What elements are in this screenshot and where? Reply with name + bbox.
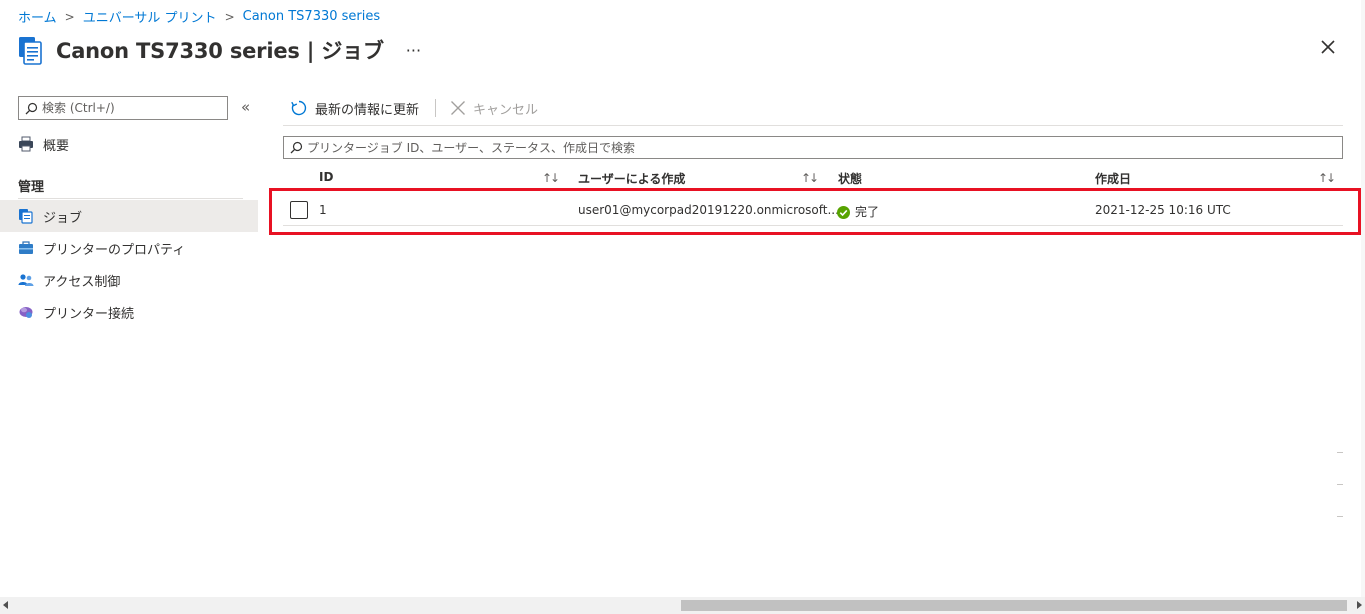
breadcrumb-universal-print[interactable]: ユニバーサル プリント: [83, 7, 217, 26]
sidebar-item-printer-properties[interactable]: プリンターのプロパティ: [0, 232, 258, 264]
cell-created-by: user01@mycorpad20191220.onmicrosoft....: [578, 203, 843, 217]
breadcrumb-home[interactable]: ホーム: [18, 7, 57, 26]
column-header-id[interactable]: ID: [319, 170, 333, 184]
sidebar-item-label: プリンター接続: [43, 306, 135, 322]
sidebar-item-label: 概要: [43, 138, 70, 154]
sidebar-item-printer-connection[interactable]: プリンター接続: [0, 296, 258, 328]
printer-properties-icon: [18, 240, 34, 256]
job-filter: [283, 136, 1343, 159]
cell-id: 1: [319, 203, 327, 217]
toolbar-divider: [283, 125, 1343, 126]
sidebar-item-label: プリンターのプロパティ: [43, 242, 186, 258]
cancel-button[interactable]: キャンセル: [450, 99, 538, 118]
jobs-table-header: ID ↑↓ ユーザーによる作成 ↑↓ 状態 作成日 ↑↓: [283, 168, 1343, 190]
horizontal-scrollbar[interactable]: [0, 597, 1365, 614]
printer-connection-icon: [18, 304, 34, 320]
jobs-icon: [18, 208, 34, 224]
column-header-status[interactable]: 状態: [838, 170, 862, 187]
sidebar-search: [18, 96, 228, 120]
refresh-label: 最新の情報に更新: [315, 102, 420, 118]
sort-arrows-icon[interactable]: ↑↓: [1318, 171, 1336, 185]
breadcrumb: ホーム > ユニバーサル プリント > Canon TS7330 series: [18, 7, 380, 26]
breadcrumb-separator: >: [64, 9, 75, 24]
close-icon[interactable]: [1317, 36, 1339, 58]
section-label-manage: 管理: [18, 180, 45, 195]
toolbar: 最新の情報に更新 キャンセル: [290, 96, 538, 120]
breadcrumb-printer[interactable]: Canon TS7330 series: [243, 9, 381, 24]
printer-icon: [18, 136, 34, 152]
collapse-sidebar-button[interactable]: «: [241, 98, 250, 116]
vertical-scrollbar[interactable]: [1361, 0, 1365, 597]
cell-status: 完了: [837, 203, 879, 220]
access-control-icon: [18, 272, 34, 288]
sidebar-item-label: ジョブ: [43, 210, 83, 226]
cancel-label: キャンセル: [473, 102, 539, 118]
breadcrumb-separator: >: [224, 9, 235, 24]
toolbar-separator: [435, 99, 437, 117]
page-title: Canon TS7330 series | ジョブ: [56, 39, 384, 63]
status-label: 完了: [855, 205, 880, 219]
row-checkbox[interactable]: [290, 201, 308, 219]
scrollbar-thumb[interactable]: [681, 600, 1347, 611]
success-check-icon: [837, 206, 850, 219]
sidebar-search-input[interactable]: [42, 101, 222, 115]
edge-mark: [1337, 452, 1343, 453]
scroll-left-icon[interactable]: [3, 601, 8, 609]
sort-arrows-icon[interactable]: ↑↓: [542, 171, 560, 185]
cell-created-date: 2021-12-25 10:16 UTC: [1095, 203, 1231, 217]
close-icon: [451, 101, 465, 115]
refresh-button[interactable]: 最新の情報に更新: [290, 99, 419, 118]
edge-mark: [1337, 484, 1343, 485]
search-icon: [25, 102, 38, 114]
job-filter-input[interactable]: [307, 140, 1307, 155]
scroll-right-icon[interactable]: [1357, 601, 1362, 609]
sort-arrows-icon[interactable]: ↑↓: [801, 171, 819, 185]
section-divider: [18, 198, 243, 199]
sidebar-item-jobs[interactable]: ジョブ: [0, 200, 258, 232]
more-options-button[interactable]: ···: [406, 41, 421, 60]
search-icon: [290, 141, 303, 154]
sidebar-item-overview[interactable]: 概要: [0, 128, 258, 160]
title-row: Canon TS7330 series | ジョブ ···: [18, 34, 421, 66]
edge-mark: [1337, 516, 1343, 517]
column-header-created-by[interactable]: ユーザーによる作成: [578, 170, 685, 187]
sidebar-item-label: アクセス制御: [43, 274, 121, 290]
table-row[interactable]: 1 user01@mycorpad20191220.onmicrosoft...…: [283, 195, 1343, 226]
sidebar-item-access-control[interactable]: アクセス制御: [0, 264, 258, 296]
jobs-page-icon: [19, 37, 42, 65]
column-header-created-date[interactable]: 作成日: [1095, 170, 1131, 187]
refresh-icon: [291, 100, 307, 116]
